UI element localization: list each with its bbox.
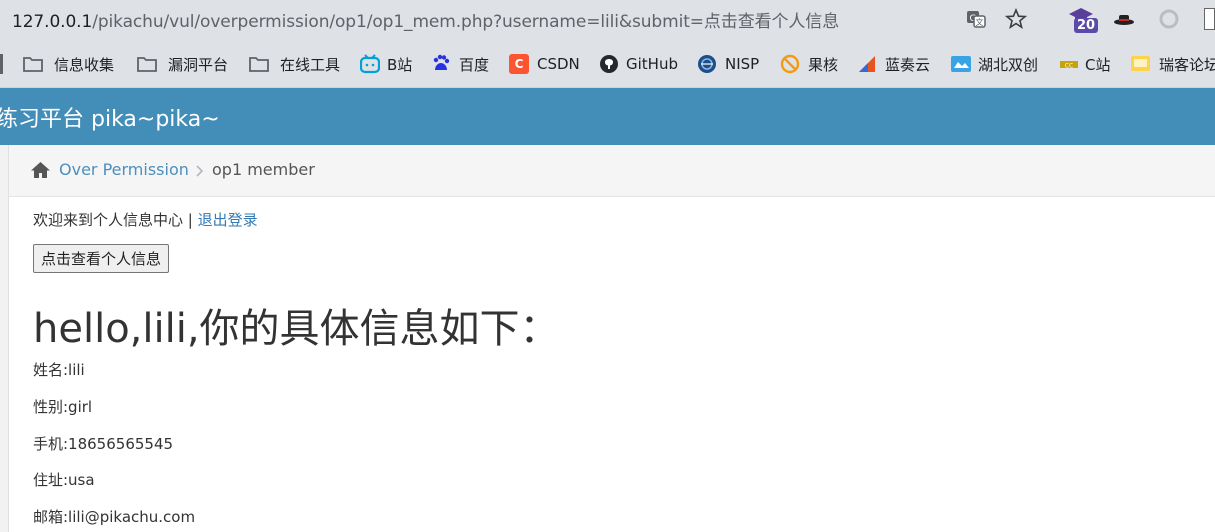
info-phone: 手机:18656565545 xyxy=(33,435,174,453)
hubei-icon xyxy=(951,56,971,72)
view-info-button[interactable]: 点击查看个人信息 xyxy=(33,244,170,273)
bookmark-item[interactable]: NISP xyxy=(697,52,759,76)
translate-icon[interactable]: G 文 xyxy=(965,8,987,30)
svg-text:文: 文 xyxy=(976,17,984,27)
extension-circle-icon[interactable] xyxy=(1158,8,1180,30)
bookmark-item[interactable]: CC C站 xyxy=(1059,52,1110,76)
sidebar-edge xyxy=(0,145,9,532)
bookmark-item[interactable]: 蓝奏云 xyxy=(857,52,930,76)
extension-badge: 20 xyxy=(1074,18,1099,33)
brand-title[interactable]: 练习平台 pika~pika~ xyxy=(0,101,220,133)
csdn-icon: C xyxy=(509,54,529,74)
folder-icon xyxy=(249,57,269,72)
bookmark-item[interactable]: 瑞客论坛 xyxy=(1130,52,1215,76)
folder-icon xyxy=(23,57,43,72)
breadcrumb-current: op1 member xyxy=(212,160,315,179)
url-field[interactable]: 127.0.0.1/pikachu/vul/overpermission/op1… xyxy=(12,7,839,32)
bookmark-item[interactable]: 果核 xyxy=(780,52,838,76)
bookmark-label: 蓝奏云 xyxy=(885,55,931,74)
bookmark-label: 湖北双创 xyxy=(978,55,1039,74)
info-name: 姓名:lili xyxy=(33,361,85,379)
extension-partial-icon[interactable] xyxy=(1204,8,1215,30)
home-icon[interactable] xyxy=(30,160,51,180)
lanzou-icon xyxy=(859,56,875,72)
bilibili-icon xyxy=(360,54,380,74)
bookmark-label: 百度 xyxy=(459,55,490,74)
logout-link[interactable]: 退出登录 xyxy=(198,211,258,229)
extension-hat-icon[interactable] xyxy=(1113,8,1135,30)
bookmark-label: 在线工具 xyxy=(280,55,341,74)
app-navbar: 练习平台 pika~pika~ xyxy=(0,88,1215,145)
page-title: hello,lili,你的具体信息如下： xyxy=(33,306,560,352)
breadcrumb-link-over-permission[interactable]: Over Permission xyxy=(59,160,189,179)
bookmark-label: 信息收集 xyxy=(54,55,115,74)
bookmark-item[interactable]: GitHub xyxy=(599,52,678,76)
folder-icon xyxy=(137,57,157,72)
bookmark-item[interactable]: C CSDN xyxy=(509,52,580,76)
bookmark-label: C站 xyxy=(1085,55,1111,74)
bookmark-label: B站 xyxy=(387,55,413,74)
address-bar[interactable]: 127.0.0.1/pikachu/vul/overpermission/op1… xyxy=(0,0,1215,40)
welcome-line: 欢迎来到个人信息中心 | 退出登录 xyxy=(33,209,258,230)
bookmark-item[interactable]: 信息收集 xyxy=(22,52,114,76)
bookmark-label: NISP xyxy=(725,55,760,73)
breadcrumb: Over Permission op1 member xyxy=(9,145,1215,197)
info-gender: 性别:girl xyxy=(33,398,93,416)
bookmark-item[interactable]: 漏洞平台 xyxy=(136,52,228,76)
bookmark-item[interactable]: B站 xyxy=(360,52,412,76)
extension-mortarboard-icon[interactable]: 20 xyxy=(1068,4,1099,36)
info-email: 邮箱:lili@pikachu.com xyxy=(33,508,196,526)
github-icon xyxy=(600,55,618,73)
bookmark-item[interactable]: 在线工具 xyxy=(248,52,340,76)
welcome-text: 欢迎来到个人信息中心 | xyxy=(33,211,198,229)
c-site-icon: CC xyxy=(1060,61,1078,70)
nisp-icon xyxy=(698,55,716,73)
bookmark-overflow-edge xyxy=(0,54,3,74)
guohe-icon xyxy=(780,54,800,74)
bookmark-label: 果核 xyxy=(808,55,839,74)
ruike-icon xyxy=(1131,56,1150,71)
bookmark-label: CSDN xyxy=(537,55,580,73)
bookmark-label: GitHub xyxy=(626,55,678,73)
chevron-right-icon xyxy=(196,165,203,177)
svg-text:CC: CC xyxy=(1065,63,1073,70)
baidu-icon xyxy=(433,54,450,70)
bookmark-label: 漏洞平台 xyxy=(168,55,229,74)
bookmark-star-icon[interactable] xyxy=(1005,8,1027,30)
bookmarks-bar: 信息收集 漏洞平台 在线工具 B站 百度 C CSDN GitHub NISP … xyxy=(0,40,1215,88)
bookmark-item[interactable]: 百度 xyxy=(431,52,489,76)
url-host: 127.0.0.1 xyxy=(12,12,93,32)
url-path: /pikachu/vul/overpermission/op1/op1_mem.… xyxy=(92,12,840,32)
bookmark-label: 瑞客论坛 xyxy=(1159,55,1215,74)
info-address: 住址:usa xyxy=(33,471,95,489)
bookmark-item[interactable]: 湖北双创 xyxy=(950,52,1038,76)
